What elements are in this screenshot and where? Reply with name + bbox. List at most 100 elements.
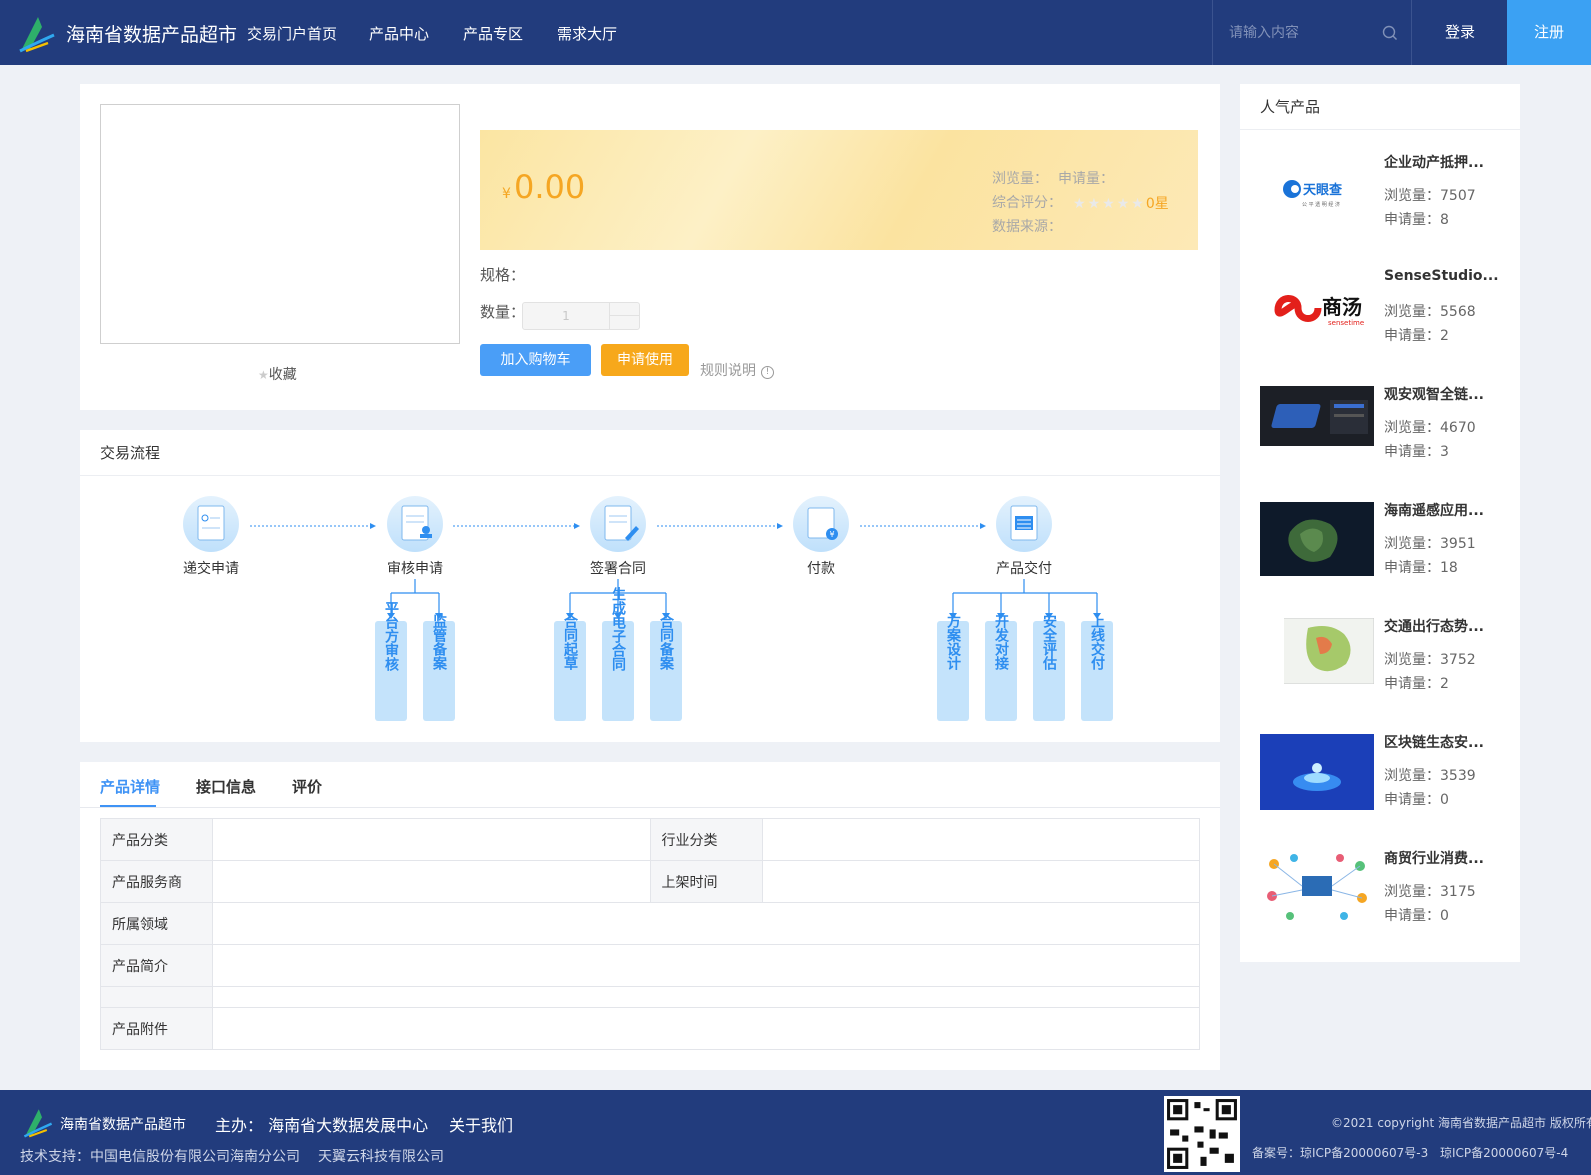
flow-title: 交易流程: [80, 430, 1220, 476]
delivery-icon: [996, 496, 1052, 552]
row-value: [212, 902, 1200, 945]
detail-table: 产品分类 行业分类 产品服务商 上架时间 所属领域 产品简介 产品附件: [100, 818, 1200, 1050]
row-value: [212, 1007, 1200, 1050]
hot-item-name: 交通出行态势...: [1384, 619, 1484, 635]
info-icon: !: [761, 366, 774, 379]
table-row: 产品服务商 上架时间: [100, 860, 1200, 903]
hot-item[interactable]: 天眼查公 平 透 明 经 济 企业动产抵押... 浏览量：7507 申请量：8: [1260, 154, 1510, 254]
row-label: [100, 986, 213, 1008]
site-brand[interactable]: 海南省数据产品超市: [66, 20, 237, 47]
hot-item-applies: 申请量：18: [1384, 560, 1458, 576]
footer-brand: 海南省数据产品超市: [60, 1117, 186, 1133]
currency-symbol: ¥: [502, 186, 511, 202]
step-submit: 递交申请: [183, 560, 239, 577]
hot-item[interactable]: 海南遥感应用... 浏览量：3951 申请量：18: [1260, 502, 1510, 602]
tab-product-detail[interactable]: 产品详情: [100, 776, 160, 797]
top-header: 海南省数据产品超市 交易门户首页 产品中心 产品专区 需求大厅 登录 注册: [0, 0, 1591, 65]
hot-item-applies: 申请量：2: [1384, 328, 1449, 344]
svg-text:sensetime: sensetime: [1328, 319, 1364, 327]
star-icon: ★: [1073, 196, 1088, 212]
rating-value: 0星: [1145, 196, 1169, 212]
hot-item-applies: 申请量：0: [1384, 792, 1449, 808]
icp-record-1[interactable]: 备案号：琼ICP备20000607号-3: [1252, 1144, 1428, 1161]
favorite-button[interactable]: ★收藏: [258, 364, 297, 384]
hot-item-applies: 申请量：3: [1384, 444, 1449, 460]
contract-icon: [590, 496, 646, 552]
dark-dashboard-image: [1260, 386, 1374, 446]
step-contract: 签署合同: [590, 560, 646, 577]
hot-item[interactable]: 交通出行态势... 浏览量：3752 申请量：2: [1260, 618, 1510, 718]
icp-record-2[interactable]: 琼ICP备20000607号-4: [1440, 1144, 1568, 1161]
row-value: [761, 818, 1200, 861]
row-value: [212, 986, 1200, 1008]
flow-diagram: ¥ 递交申请 审核申请 签署合同 付款 产品交付 平台方审核 监管备案 合同起草…: [183, 496, 1113, 721]
hot-item-views: 浏览量：3175: [1384, 884, 1476, 900]
detail-tabs: 产品详情 接口信息 评价: [80, 762, 1220, 808]
footer-support-2: 天翼云科技有限公司: [318, 1149, 444, 1165]
star-icon: ★: [1087, 196, 1103, 212]
sensetime-logo-image: 商汤sensetime: [1260, 270, 1374, 346]
search-input[interactable]: [1229, 22, 1379, 44]
hot-item-applies: 申请量：2: [1384, 676, 1449, 692]
search-icon[interactable]: [1381, 24, 1399, 42]
apply-button[interactable]: 申请使用: [601, 344, 689, 376]
network-icons-image: [1260, 850, 1374, 926]
nav-home[interactable]: 交易门户首页: [247, 23, 337, 44]
tab-api-info[interactable]: 接口信息: [196, 776, 256, 797]
hot-item-name: SenseStudio...: [1384, 268, 1499, 284]
rules-link[interactable]: 规则说明!: [700, 360, 774, 380]
nav-product-zone[interactable]: 产品专区: [463, 23, 523, 44]
table-row: 所属领域: [100, 902, 1200, 945]
traffic-map-image: [1260, 618, 1374, 684]
svg-text:商汤: 商汤: [1322, 295, 1362, 319]
about-us-link[interactable]: 关于我们: [449, 1112, 513, 1136]
tianyancha-logo-image: 天眼查公 平 透 明 经 济: [1260, 154, 1374, 230]
sub-dev-integration: 开发对接: [993, 614, 1010, 671]
svg-text:公 平 透 明 经 济: 公 平 透 明 经 济: [1302, 201, 1340, 208]
row-label: 所属领域: [100, 902, 213, 945]
blockchain-image: [1260, 734, 1374, 810]
hot-item[interactable]: 商贸行业消费... 浏览量：3175 申请量：0: [1260, 850, 1510, 950]
hot-item-name: 海南遥感应用...: [1384, 503, 1484, 519]
hot-item[interactable]: 区块链生态安... 浏览量：3539 申请量：0: [1260, 734, 1510, 834]
submit-icon: [183, 496, 239, 552]
quantity-stepper[interactable]: 1: [522, 302, 640, 330]
nav-product-center[interactable]: 产品中心: [369, 23, 429, 44]
hot-item-views: 浏览量：3752: [1384, 652, 1476, 668]
star-icon: ★: [1102, 196, 1117, 212]
hot-item-views: 浏览量：5568: [1384, 304, 1476, 320]
logo-icon[interactable]: [18, 13, 56, 53]
quantity-label: 数量：: [480, 303, 526, 321]
table-row: 产品分类 行业分类: [100, 818, 1200, 861]
rules-label: 规则说明: [700, 363, 756, 379]
table-row: [100, 986, 1200, 1008]
sub-contract-filing: 合同备案: [658, 613, 675, 671]
tab-reviews[interactable]: 评价: [292, 776, 322, 797]
favorite-label: 收藏: [268, 367, 297, 383]
add-to-cart-button[interactable]: 加入购物车: [480, 344, 591, 376]
quantity-value: 1: [562, 309, 570, 323]
hot-item-name: 企业动产抵押...: [1384, 155, 1484, 171]
payment-icon: ¥: [793, 496, 849, 552]
row-label: 产品简介: [100, 944, 213, 987]
hot-item-applies: 申请量：0: [1384, 908, 1449, 924]
hot-item[interactable]: 观安观智全链... 浏览量：4670 申请量：3: [1260, 386, 1510, 486]
register-button[interactable]: 注册: [1507, 0, 1591, 65]
row-label: 产品服务商: [100, 860, 213, 903]
step-delivery: 产品交付: [996, 560, 1052, 577]
hot-item-views: 浏览量：4670: [1384, 420, 1476, 436]
review-icon: [387, 496, 443, 552]
row-value: [212, 944, 1200, 987]
search-box: [1212, 0, 1412, 65]
svg-text:¥: ¥: [829, 530, 834, 539]
source-label: 数据来源：: [992, 219, 1062, 235]
step-icons: ¥: [183, 496, 1052, 552]
nav-demand-hall[interactable]: 需求大厅: [557, 23, 617, 44]
footer-support: 技术支持：中国电信股份有限公司海南分公司: [20, 1149, 300, 1165]
login-button[interactable]: 登录: [1413, 0, 1507, 65]
satellite-map-image: [1260, 502, 1374, 576]
hot-item[interactable]: 商汤 sensetime SenseStudio... 浏览量：5568 申请量：…: [1260, 268, 1510, 370]
stepper-buttons[interactable]: [609, 303, 640, 329]
copyright-text: ©2021 copyright 海南省数据产品超市 版权所有: [1331, 1116, 1591, 1130]
rating-label: 综合评分：: [992, 195, 1062, 211]
